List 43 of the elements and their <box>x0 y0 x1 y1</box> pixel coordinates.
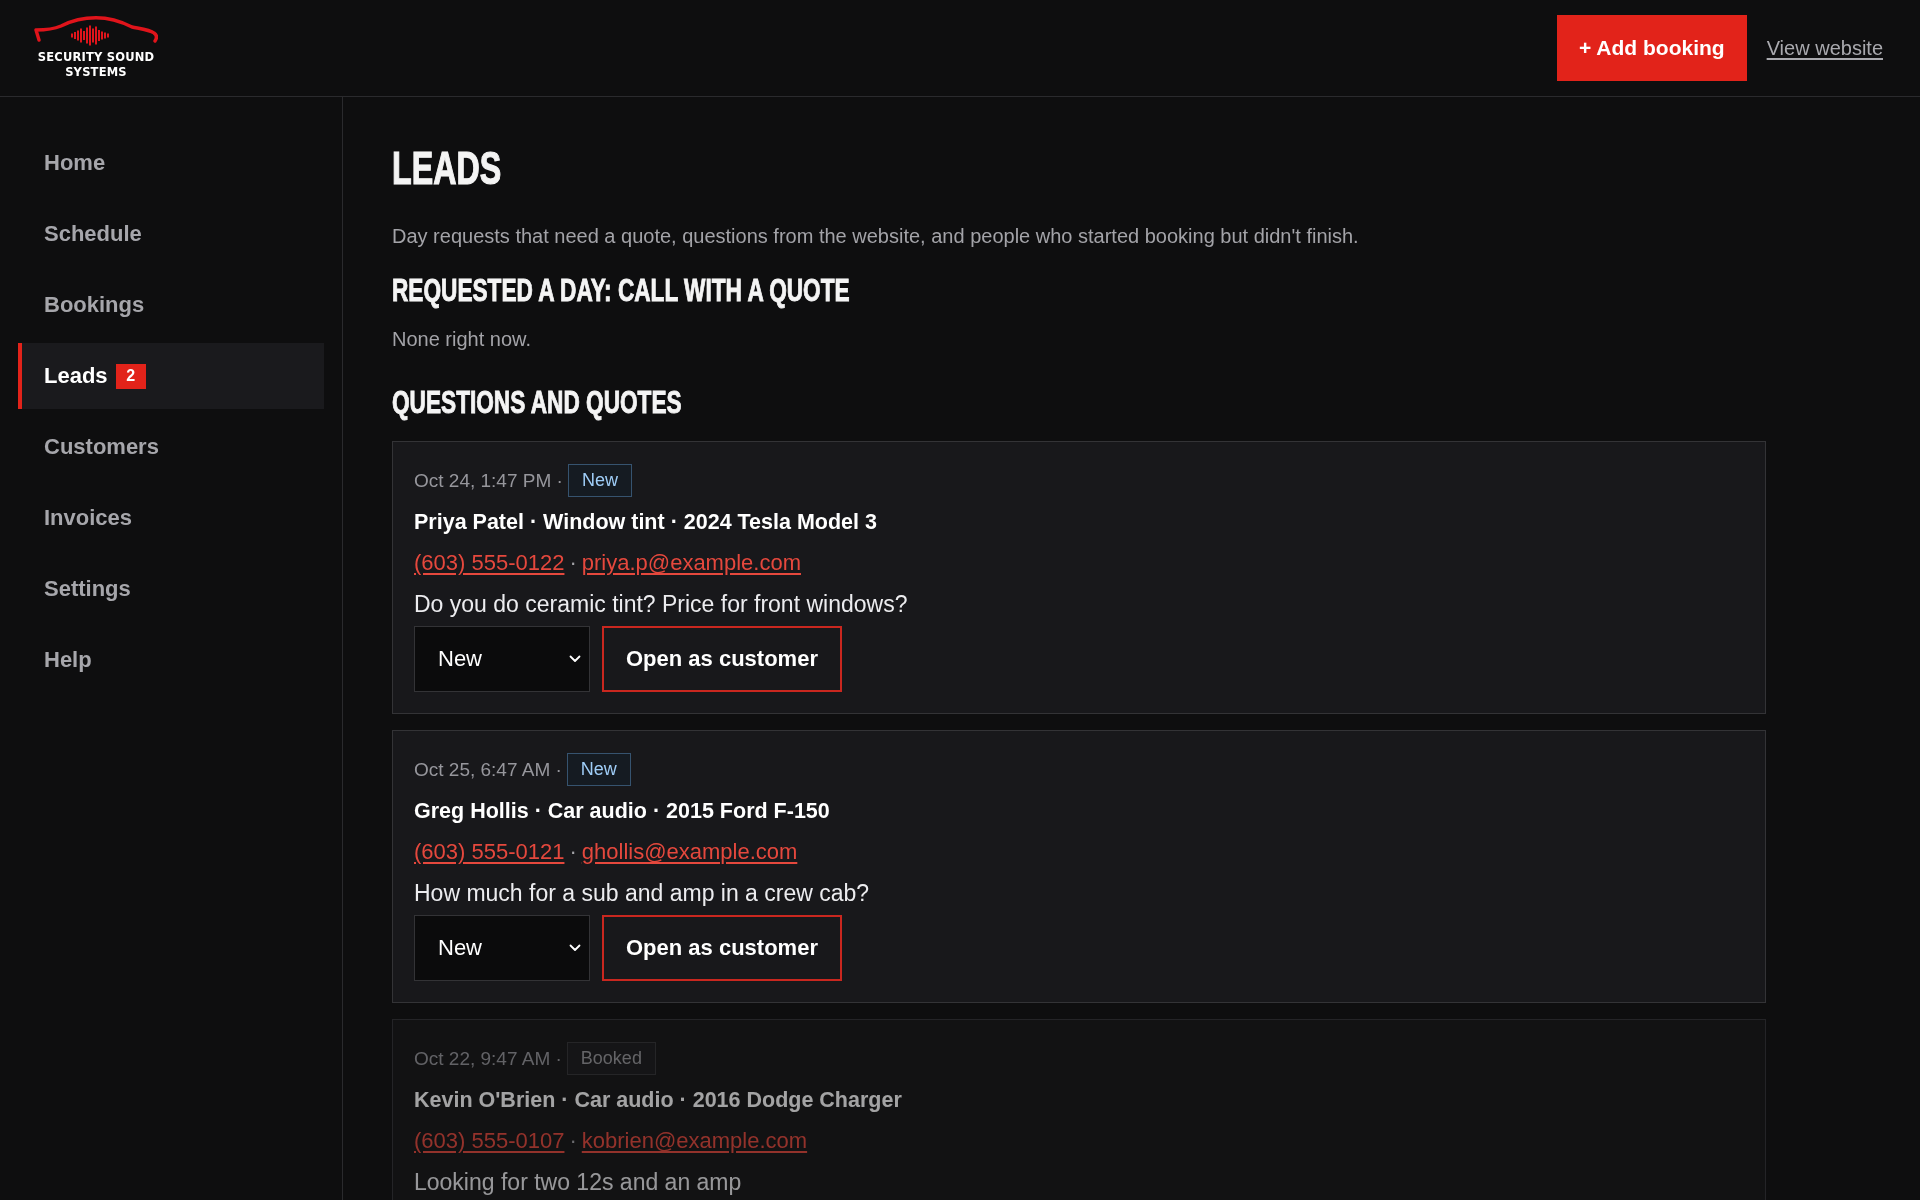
dot-separator: · <box>569 1128 577 1154</box>
chevron-down-icon <box>569 944 581 952</box>
status-tag: Booked <box>566 1042 656 1075</box>
email-link[interactable]: ghollis@example.com <box>581 839 798 865</box>
lead-title: Greg Hollis · Car audio · 2015 Ford F-150 <box>414 798 830 824</box>
phone-link[interactable]: (603) 555-0121 <box>414 839 565 865</box>
page-description: Day requests that need a quote, questions from the website, and people who started booking but didn't finish. <box>392 224 1359 248</box>
lead-time: Oct 25, 6:47 AM · <box>414 758 562 781</box>
nav-item[interactable]: Schedule <box>18 201 324 267</box>
open-customer-button[interactable]: Open as customer <box>602 626 842 692</box>
lead-title: Priya Patel · Window tint · 2024 Tesla Model 3 <box>414 509 877 535</box>
lead-time: Oct 24, 1:47 PM · <box>414 469 563 492</box>
empty-state-text: None right now. <box>392 327 531 351</box>
section-heading: REQUESTED A DAY: CALL WITH A QUOTE <box>392 275 850 306</box>
nav-item[interactable]: Bookings <box>18 272 324 338</box>
add-booking-button[interactable]: + Add booking <box>1557 15 1747 81</box>
status-tag: New <box>567 464 632 497</box>
status-dropdown[interactable]: New <box>414 626 590 692</box>
lead-message: How much for a sub and amp in a crew cab? <box>414 880 870 906</box>
lead-message: Do you do ceramic tint? Price for front windows? <box>414 591 908 617</box>
nav-item[interactable]: Help <box>18 627 324 693</box>
chevron-down-icon <box>569 655 581 663</box>
dot-separator: · <box>569 550 577 576</box>
count-badge: 2 <box>115 363 146 389</box>
view-website-link[interactable]: View website <box>1766 36 1883 60</box>
status-tag: New <box>566 753 631 786</box>
open-customer-button[interactable]: Open as customer <box>602 915 842 981</box>
phone-link[interactable]: (603) 555-0122 <box>414 550 565 576</box>
nav-item[interactable]: Customers <box>18 414 324 480</box>
section-heading: QUESTIONS AND QUOTES <box>392 387 682 418</box>
logo-text: SECURITY SOUND SYSTEMS <box>37 50 155 80</box>
status-dropdown[interactable]: New <box>414 915 590 981</box>
email-link[interactable]: priya.p@example.com <box>581 550 801 576</box>
lead-title: Kevin O'Brien · Car audio · 2016 Dodge Charger <box>414 1087 902 1113</box>
nav-item[interactable]: Settings <box>18 556 324 622</box>
dot-separator: · <box>569 839 577 865</box>
nav-item[interactable]: Leads 2 <box>18 343 324 409</box>
lead-time: Oct 22, 9:47 AM · <box>414 1047 562 1070</box>
page-title: LEADS <box>392 145 502 191</box>
car-logo-icon <box>34 16 158 47</box>
nav-item[interactable]: Home <box>18 130 324 196</box>
nav-item[interactable]: Invoices <box>18 485 324 551</box>
lead-message: Looking for two 12s and an amp <box>414 1169 742 1195</box>
